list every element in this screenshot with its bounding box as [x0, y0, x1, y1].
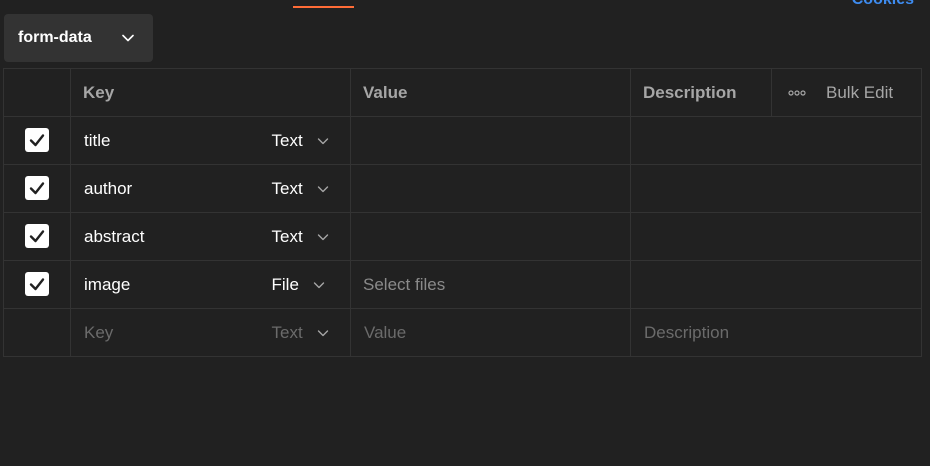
- type-dropdown[interactable]: Text: [260, 227, 351, 247]
- form-data-table: Key Value Description Bulk Edit title Te…: [3, 68, 922, 357]
- description-input[interactable]: [630, 212, 922, 261]
- request-body-panel: Cookies form-data Key Value Description: [0, 0, 930, 466]
- bulk-edit-header: Bulk Edit: [771, 68, 922, 117]
- chevron-down-icon: [317, 137, 328, 144]
- value-column-header: Value: [350, 68, 631, 117]
- row-checkbox-cell: [3, 212, 71, 261]
- table-row: image File Select files: [3, 260, 922, 309]
- table-row: abstract Text: [3, 212, 922, 261]
- type-dropdown[interactable]: Text: [260, 131, 351, 151]
- body-type-dropdown[interactable]: form-data: [4, 14, 153, 62]
- value-input[interactable]: [350, 212, 631, 261]
- select-files-button[interactable]: Select files: [351, 275, 445, 294]
- table-header-row: Key Value Description Bulk Edit: [3, 68, 922, 117]
- value-input[interactable]: [350, 116, 631, 165]
- type-dropdown-cell: Text: [259, 116, 351, 165]
- new-value-input[interactable]: Value: [350, 308, 631, 357]
- bulk-edit-button[interactable]: Bulk Edit: [772, 83, 921, 103]
- key-input[interactable]: image: [70, 260, 260, 309]
- active-tab-indicator: [293, 6, 354, 8]
- description-input[interactable]: [630, 260, 922, 309]
- check-icon: [29, 230, 45, 243]
- new-key-input[interactable]: Key: [70, 308, 260, 357]
- chevron-down-icon: [317, 329, 328, 336]
- row-checkbox[interactable]: [25, 176, 49, 200]
- body-type-label: form-data: [18, 29, 92, 46]
- description-input[interactable]: [630, 116, 922, 165]
- description-input[interactable]: [630, 164, 922, 213]
- bulk-edit-label: Bulk Edit: [826, 82, 894, 102]
- description-column-header: Description: [630, 68, 772, 117]
- table-row: title Text: [3, 116, 922, 165]
- type-dropdown-cell: Text: [259, 308, 351, 357]
- key-input[interactable]: abstract: [70, 212, 260, 261]
- row-checkbox-cell: [3, 116, 71, 165]
- type-dropdown[interactable]: File: [260, 275, 351, 295]
- type-dropdown[interactable]: Text: [260, 323, 351, 343]
- checkbox-column-header: [3, 68, 71, 117]
- type-dropdown-cell: Text: [259, 212, 351, 261]
- select-files-cell: Select files: [350, 260, 631, 309]
- chevron-down-icon: [317, 233, 328, 240]
- cookies-link[interactable]: Cookies: [852, 0, 914, 9]
- key-column-header: Key: [70, 68, 351, 117]
- type-dropdown[interactable]: Text: [260, 179, 351, 199]
- chevron-down-icon: [122, 34, 134, 42]
- new-description-input[interactable]: Description: [630, 308, 922, 357]
- row-checkbox-cell: [3, 260, 71, 309]
- row-checkbox[interactable]: [25, 128, 49, 152]
- check-icon: [29, 182, 45, 195]
- type-dropdown-cell: File: [259, 260, 351, 309]
- chevron-down-icon: [313, 281, 325, 288]
- value-input[interactable]: [350, 164, 631, 213]
- more-horizontal-icon: [788, 89, 806, 96]
- type-dropdown-cell: Text: [259, 164, 351, 213]
- row-checkbox-cell: [3, 164, 71, 213]
- key-input[interactable]: title: [70, 116, 260, 165]
- row-checkbox[interactable]: [25, 224, 49, 248]
- check-icon: [29, 134, 45, 147]
- row-checkbox-cell: [3, 308, 71, 357]
- new-param-row: Key Text Value Description: [3, 308, 922, 357]
- row-checkbox[interactable]: [25, 272, 49, 296]
- check-icon: [29, 278, 45, 291]
- key-input[interactable]: author: [70, 164, 260, 213]
- table-row: author Text: [3, 164, 922, 213]
- chevron-down-icon: [317, 185, 328, 192]
